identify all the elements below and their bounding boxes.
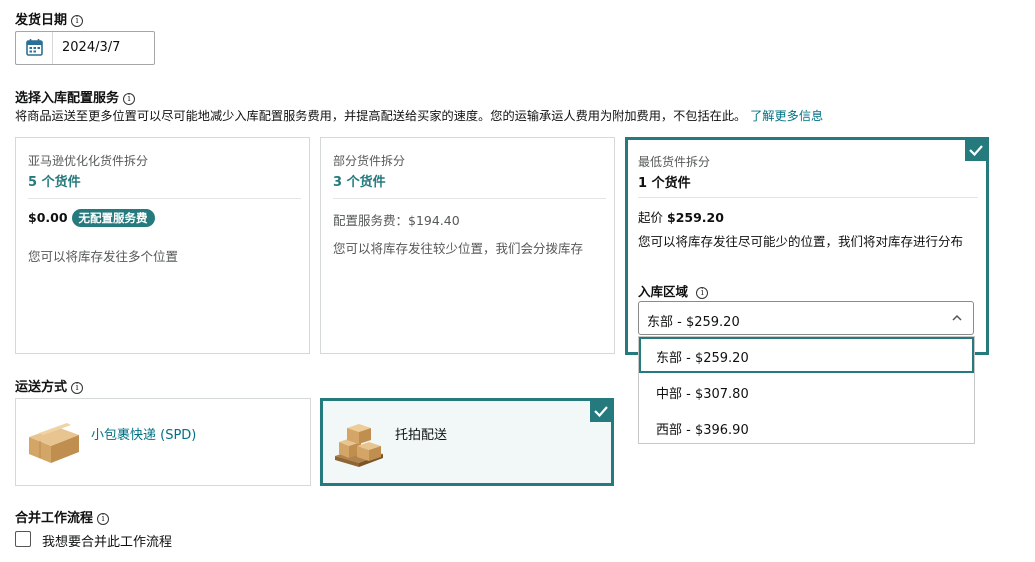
option-count: 1 个货件 xyxy=(638,176,691,191)
merge-checkbox-label[interactable]: 我想要合并此工作流程 xyxy=(42,531,172,550)
placement-title: 选择入库配置服务 i xyxy=(15,87,136,106)
option-subtitle: 最低货件拆分 xyxy=(638,155,711,169)
calendar-icon xyxy=(26,39,43,56)
option-count: 3 个货件 xyxy=(333,175,386,190)
option-subtitle: 部分货件拆分 xyxy=(333,154,406,168)
calendar-icon-button[interactable] xyxy=(16,32,53,64)
option-count: 5 个货件 xyxy=(28,175,81,190)
region-option-central[interactable]: 中部 - $307.80 xyxy=(639,373,974,409)
option-price: $0.00 无配置服务费 xyxy=(28,209,155,227)
region-option-east[interactable]: 东部 - $259.20 xyxy=(639,337,974,373)
shipping-option-label: 小包裹快递 (SPD) xyxy=(91,428,197,443)
placement-option-optimized[interactable]: 亚马逊优化化货件拆分 5 个货件 $0.00 无配置服务费 您可以将库存发往多个位… xyxy=(15,137,310,354)
selected-check-icon xyxy=(965,139,987,161)
box-icon xyxy=(29,423,79,463)
shipping-option-pallet[interactable]: 托拍配送 xyxy=(320,398,614,486)
option-price: 配置服务费：$194.40 xyxy=(333,213,460,228)
region-dropdown: 东部 - $259.20 中部 - $307.80 西部 - $396.90 xyxy=(638,336,975,444)
merge-checkbox[interactable] xyxy=(15,531,31,547)
ship-date-input[interactable]: 2024/3/7 xyxy=(15,31,155,65)
info-icon[interactable]: i xyxy=(123,93,136,105)
free-badge: 无配置服务费 xyxy=(71,209,155,227)
option-note: 您可以将库存发往较少位置，我们会分拨库存 xyxy=(333,241,584,256)
info-icon[interactable]: i xyxy=(71,15,84,27)
ship-date-value: 2024/3/7 xyxy=(62,40,121,55)
info-icon[interactable]: i xyxy=(97,513,110,525)
ship-date-title: 发货日期 i xyxy=(15,9,84,28)
learn-more-link[interactable]: 了解更多信息 xyxy=(750,109,823,123)
divider xyxy=(638,197,978,198)
info-icon[interactable]: i xyxy=(696,287,709,299)
divider xyxy=(333,198,606,199)
divider xyxy=(28,198,301,199)
selected-check-icon xyxy=(590,400,612,422)
option-price: 起价 $259.20 xyxy=(638,210,724,225)
merge-title: 合并工作流程 i xyxy=(15,507,110,526)
region-select[interactable]: 东部 - $259.20 xyxy=(638,301,974,335)
region-label: 入库区域 i xyxy=(638,281,709,300)
option-note: 您可以将库存发往多个位置 xyxy=(28,249,179,264)
pallet-icon xyxy=(335,424,383,467)
shipping-mode-title: 运送方式 i xyxy=(15,376,84,395)
placement-option-partial[interactable]: 部分货件拆分 3 个货件 配置服务费：$194.40 您可以将库存发往较少位置，… xyxy=(320,137,615,354)
option-note: 您可以将库存发往尽可能少的位置，我们将对库存进行分布 xyxy=(638,234,964,249)
placement-description: 将商品运送至更多位置可以尽可能地减少入库配置服务费用，并提高配送给买家的速度。您… xyxy=(15,109,824,123)
region-option-west[interactable]: 西部 - $396.90 xyxy=(639,409,974,445)
region-select-value: 东部 - $259.20 xyxy=(647,315,740,330)
info-icon[interactable]: i xyxy=(71,382,84,394)
option-subtitle: 亚马逊优化化货件拆分 xyxy=(28,154,149,168)
shipping-option-label: 托拍配送 xyxy=(395,428,448,443)
chevron-up-icon xyxy=(952,314,962,321)
shipping-option-spd[interactable]: 小包裹快递 (SPD) xyxy=(15,398,311,486)
